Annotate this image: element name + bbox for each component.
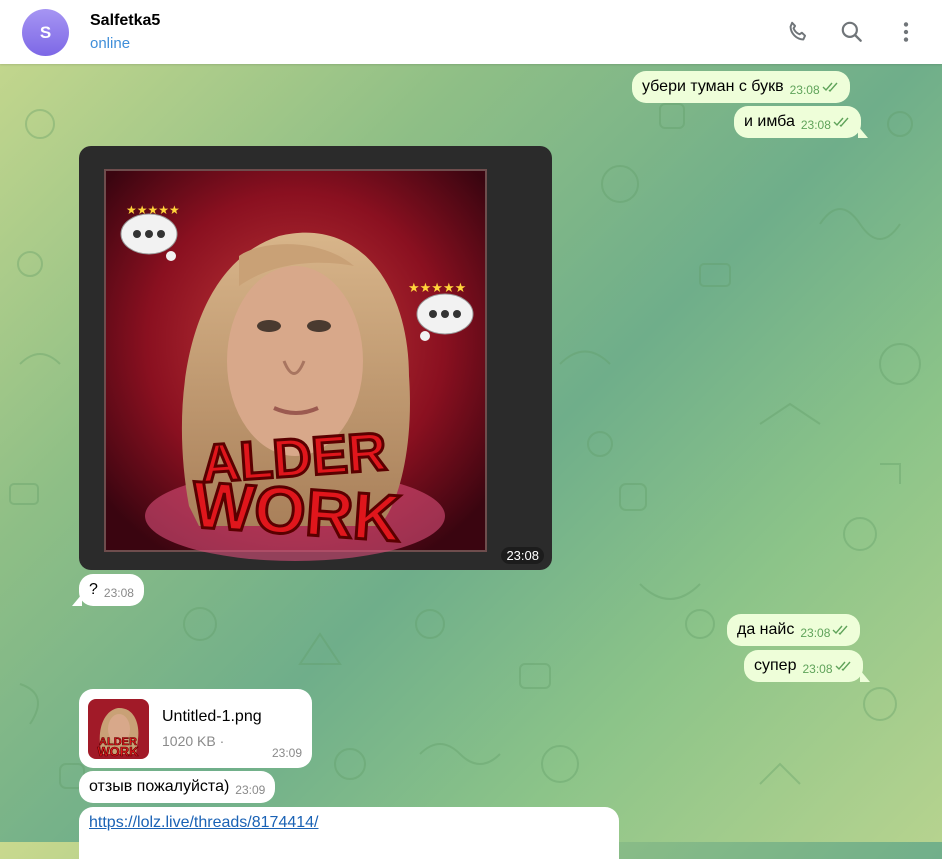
message-text: супер (754, 657, 797, 675)
message-text: и имба (744, 113, 795, 131)
message-out[interactable]: да найс 23:08 (727, 614, 861, 647)
message-in[interactable]: https://lolz.live/threads/8174414/ (79, 807, 619, 859)
svg-text:★★★★★: ★★★★★ (126, 203, 180, 217)
read-check-icon (835, 658, 853, 678)
message-in[interactable]: отзыв пожалуйста) 23:09 (79, 771, 276, 803)
phone-icon[interactable] (785, 19, 811, 45)
message-time: 23:09 (271, 746, 302, 760)
message-time: 23:09 (235, 783, 266, 797)
message-text: отзыв пожалуйста) (89, 778, 230, 795)
message-text: да найс (737, 621, 795, 639)
file-name[interactable]: Untitled-1.png (162, 708, 262, 726)
svg-text:WORK: WORK (97, 744, 139, 759)
more-vertical-icon[interactable] (893, 19, 919, 45)
message-text: ? (89, 581, 98, 598)
message-text: убери туман с букв (642, 78, 784, 96)
photo-title-line2: WORK (190, 467, 404, 555)
message-out[interactable]: и имба 23:08 (734, 106, 868, 139)
message-out[interactable]: супер 23:08 (744, 650, 869, 683)
message-in[interactable]: ? 23:08 (72, 574, 144, 606)
message-time: 23:08 (103, 586, 134, 600)
file-thumbnail[interactable]: ALDER WORK (88, 699, 149, 759)
peer-status: online (90, 35, 131, 52)
message-time: 23:08 (789, 83, 820, 98)
read-check-icon (822, 79, 840, 99)
message-out[interactable]: убери туман с букв 23:08 (632, 71, 850, 104)
svg-text:★★★★★: ★★★★★ (408, 281, 466, 296)
chat-header: S Salfetka5 online (0, 0, 942, 64)
message-time: 23:08 (800, 626, 831, 641)
file-size: 1020 KB · (162, 733, 225, 749)
message-time: 23:08 (501, 547, 544, 564)
peer-name[interactable]: Salfetka5 (90, 12, 160, 30)
photo-image: ★★★★★ ★★★★★ ALDER WORK (104, 169, 487, 561)
message-link[interactable]: https://lolz.live/threads/8174414/ (89, 814, 318, 831)
photo-message[interactable]: ★★★★★ ★★★★★ ALDER WORK 23:08 (79, 146, 552, 570)
message-time: 23:08 (802, 662, 833, 677)
search-icon[interactable] (839, 19, 865, 45)
read-check-icon (833, 114, 851, 134)
read-check-icon (832, 622, 850, 642)
message-time: 23:08 (800, 118, 831, 133)
avatar[interactable]: S (22, 9, 69, 56)
file-message[interactable]: ALDER WORK Untitled-1.png 1020 KB · 23:0… (79, 689, 312, 768)
